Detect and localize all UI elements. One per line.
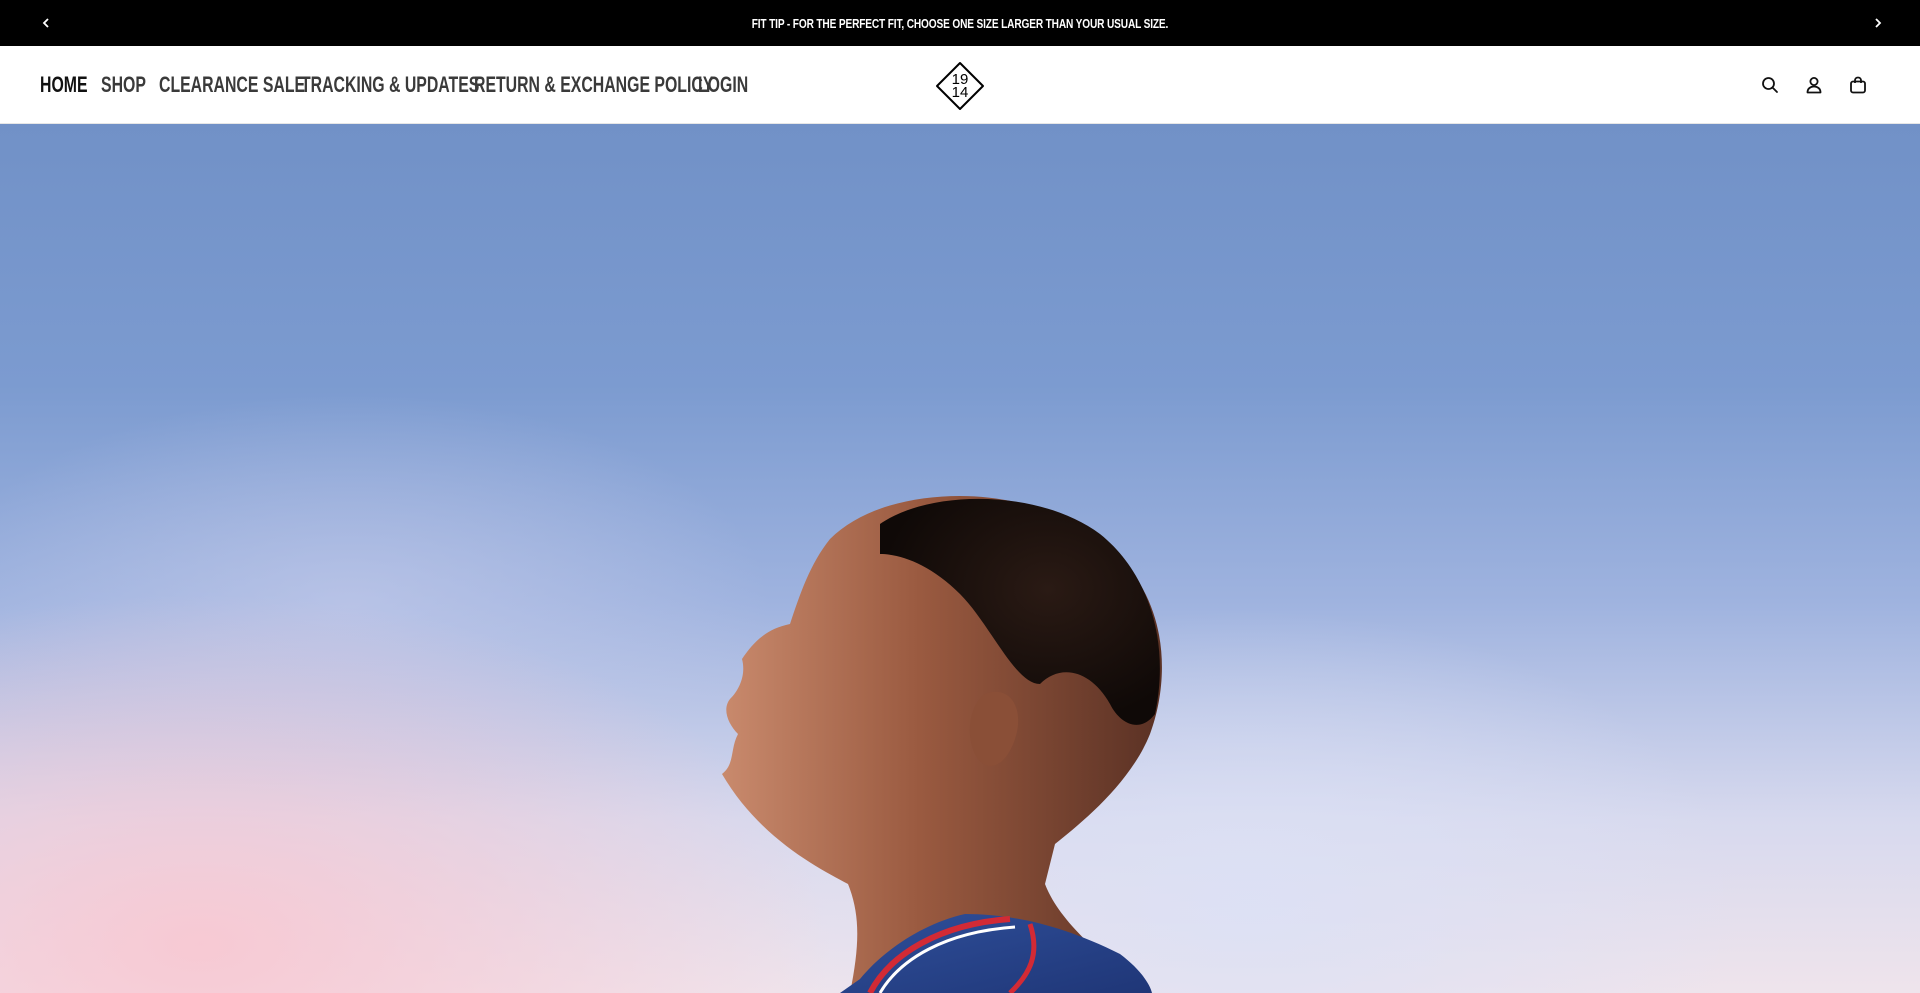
- search-button[interactable]: [1760, 75, 1780, 95]
- header-actions: [1760, 46, 1868, 124]
- hero-banner: [0, 124, 1920, 993]
- main-nav: HOME SHOP CLEARANCE SALE TRACKING & UPDA…: [40, 46, 758, 124]
- nav-item-login-slot: LOGIN: [698, 70, 758, 100]
- nav-item-tracking-updates[interactable]: TRACKING & UPDATES: [301, 70, 479, 100]
- announcement-text: FIT TIP - FOR THE PERFECT FIT, CHOOSE ON…: [751, 15, 1169, 31]
- announcement-bar: FIT TIP - FOR THE PERFECT FIT, CHOOSE ON…: [0, 0, 1920, 46]
- search-icon: [1762, 77, 1778, 93]
- site-header: HOME SHOP CLEARANCE SALE TRACKING & UPDA…: [0, 46, 1920, 124]
- nav-item-home[interactable]: HOME: [40, 70, 88, 100]
- brand-logo[interactable]: 19 14: [935, 61, 985, 111]
- account-icon: [1806, 77, 1822, 94]
- cart-bag-icon: [1850, 76, 1866, 94]
- nav-item-home-slot: HOME: [40, 70, 101, 100]
- nav-item-clearance-sale[interactable]: CLEARANCE SALE: [159, 70, 305, 100]
- hero-athlete-image: [722, 496, 1162, 993]
- logo-text: 19 14: [935, 61, 985, 111]
- nav-item-return-exchange-policy[interactable]: RETURN & EXCHANGE POLICY: [474, 70, 713, 100]
- logo-bottom: 14: [951, 84, 969, 101]
- announcement-prev-button[interactable]: [36, 13, 56, 33]
- nav-item-tracking-slot: TRACKING & UPDATES: [301, 70, 479, 100]
- chevron-right-icon: [1875, 18, 1882, 28]
- chevron-left-icon: [42, 18, 49, 28]
- announcement-next-button[interactable]: [1868, 13, 1888, 33]
- nav-item-shop-slot: SHOP: [101, 70, 159, 100]
- nav-item-shop[interactable]: SHOP: [101, 70, 146, 100]
- nav-item-return-slot: RETURN & EXCHANGE POLICY: [474, 70, 713, 100]
- nav-item-login[interactable]: LOGIN: [698, 70, 748, 100]
- nav-item-clearance-slot: CLEARANCE SALE: [159, 70, 305, 100]
- cart-button[interactable]: [1848, 75, 1868, 95]
- account-button[interactable]: [1804, 75, 1824, 95]
